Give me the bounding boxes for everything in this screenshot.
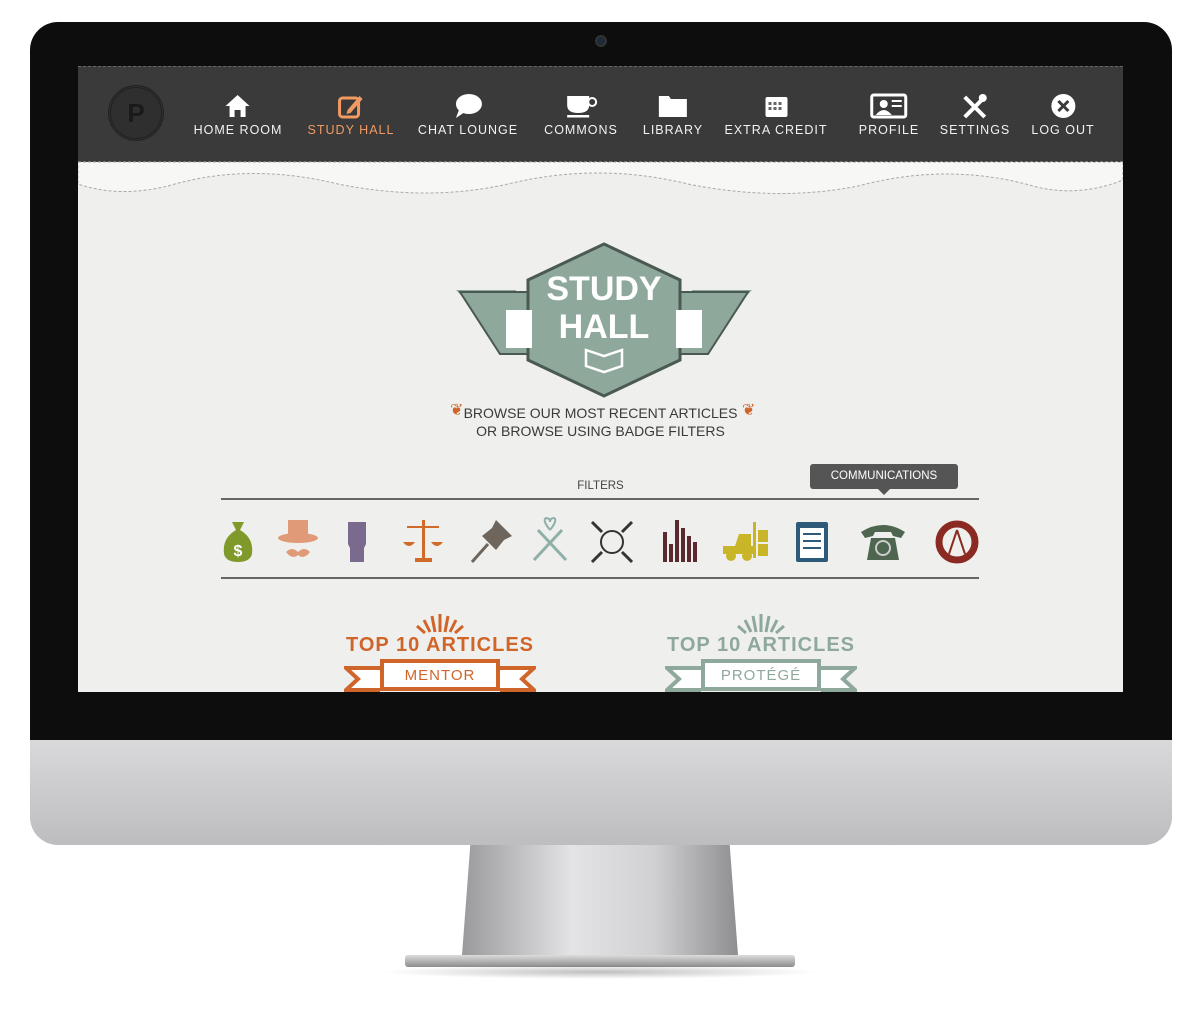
logo-seal[interactable]: P: [108, 85, 164, 141]
top10-protege-button[interactable]: PROTÉGÉ: [701, 659, 821, 691]
fist-icon: [334, 522, 382, 568]
close-circle-icon: [1031, 93, 1094, 119]
nav-item-chat-lounge[interactable]: CHAT LOUNGE: [418, 93, 518, 137]
study-hall-badge: STUDY HALL: [456, 242, 752, 398]
pushpin-icon: [468, 520, 516, 568]
nav-item-label: STUDY HALL: [307, 123, 395, 137]
scales-filter[interactable]: [399, 516, 447, 564]
circle-arrows-filter[interactable]: [588, 516, 636, 564]
subtitle-line-1: BROWSE OUR MOST RECENT ARTICLES: [463, 405, 738, 421]
nav-item-home-room[interactable]: HOME ROOM: [194, 93, 283, 137]
fist-filter[interactable]: [334, 516, 382, 564]
crossed-swords-heart-icon: [526, 516, 574, 568]
id-card-icon: [859, 93, 920, 119]
main-nav: P HOME ROOM STUDY HALL CHAT LOUNGE COMMONS L…: [78, 66, 1123, 162]
nav-item-extra-credit[interactable]: EXTRA CREDIT: [725, 93, 828, 137]
crossed-swords-heart-filter[interactable]: [526, 516, 574, 564]
bar-chart-filter[interactable]: [655, 516, 703, 564]
nav-item-label: COMMONS: [544, 123, 618, 137]
subtitle-line-2: OR BROWSE USING BADGE FILTERS: [476, 423, 725, 439]
nav-item-library[interactable]: LIBRARY: [643, 93, 703, 137]
money-bag-filter[interactable]: $: [214, 516, 262, 564]
nav-item-label: HOME ROOM: [193, 123, 283, 137]
nav-item-profile[interactable]: PROFILE: [859, 93, 920, 137]
svg-text:$: $: [234, 543, 243, 560]
chat-bubble-icon: [418, 93, 518, 119]
filter-tooltip: COMMUNICATIONS: [810, 464, 958, 495]
top10-mentor-button[interactable]: MENTOR: [380, 659, 500, 691]
screen: P HOME ROOM STUDY HALL CHAT LOUNGE COMMONS L…: [78, 66, 1123, 692]
pushpin-filter[interactable]: [468, 516, 516, 564]
folder-icon: [643, 93, 703, 119]
tools-icon: [940, 93, 1011, 119]
compass-cycle-icon: [933, 520, 981, 568]
nav-item-label: SETTINGS: [939, 123, 1011, 137]
top10-title: TOP 10 ARTICLES: [345, 634, 535, 656]
nav-item-label: PROFILE: [858, 123, 920, 137]
top-hat-mustache-filter[interactable]: [274, 516, 322, 564]
telephone-icon: [859, 525, 907, 568]
divider: [221, 498, 979, 500]
nav-item-log-out[interactable]: LOG OUT: [1031, 93, 1094, 137]
nav-item-label: LIBRARY: [642, 123, 704, 137]
edit-icon: [308, 93, 395, 119]
webcam: [595, 35, 607, 47]
filters-label: FILTERS: [577, 480, 624, 492]
forklift-filter[interactable]: [721, 516, 769, 564]
nav-item-label: CHAT LOUNGE: [417, 123, 519, 137]
nav-item-commons[interactable]: COMMONS: [544, 93, 618, 137]
scallop-border: [78, 162, 1123, 194]
coffee-cup-icon: [544, 93, 618, 119]
top-hat-mustache-icon: [274, 520, 322, 568]
bar-chart-icon: [655, 520, 703, 568]
nav-item-label: LOG OUT: [1031, 123, 1095, 137]
monitor-stand: [462, 845, 738, 955]
monitor-chin: [30, 740, 1172, 845]
sunburst-icon: [737, 614, 785, 634]
money-bag-icon: $: [214, 522, 262, 568]
clipboard-filter[interactable]: [788, 516, 836, 564]
clipboard-icon: [788, 522, 836, 568]
scales-icon: [399, 520, 447, 568]
forklift-icon: [721, 522, 769, 568]
nav-item-settings[interactable]: SETTINGS: [940, 93, 1011, 137]
top10-title: TOP 10 ARTICLES: [666, 634, 856, 656]
nav-item-label: EXTRA CREDIT: [724, 123, 828, 137]
sunburst-icon: [416, 614, 464, 634]
badge-line-1: STUDY: [546, 270, 662, 308]
badge-line-2: HALL: [559, 308, 650, 346]
calendar-icon: [725, 93, 828, 119]
stand-shadow: [380, 965, 820, 979]
circle-arrows-icon: [588, 520, 636, 568]
nav-item-study-hall[interactable]: STUDY HALL: [308, 93, 395, 137]
divider: [221, 577, 979, 579]
telephone-filter[interactable]: [859, 516, 907, 564]
compass-cycle-filter[interactable]: [933, 516, 981, 564]
home-icon: [194, 93, 283, 119]
